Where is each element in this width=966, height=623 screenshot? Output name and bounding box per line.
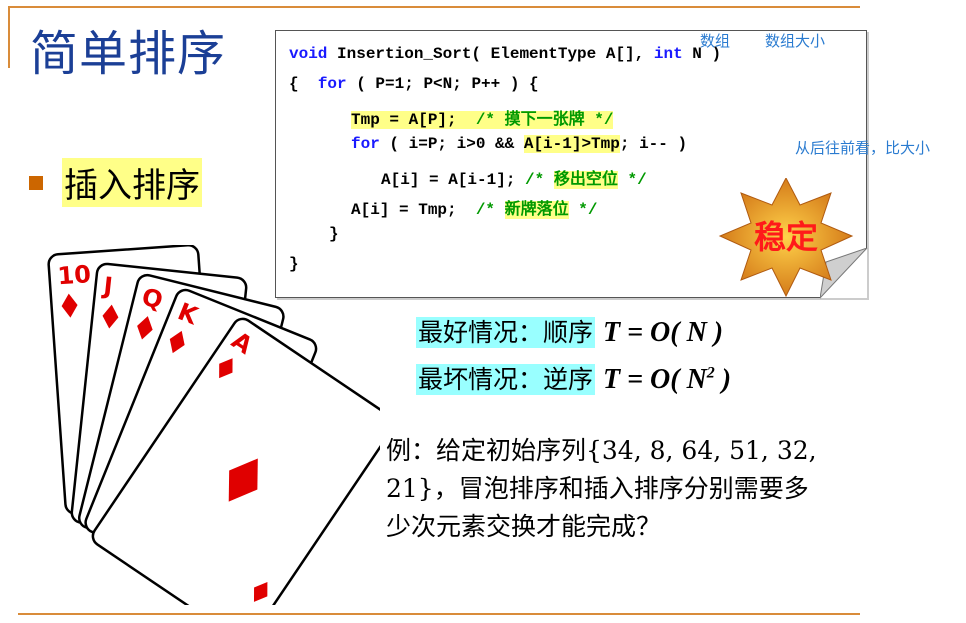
code-comment: /* [475,201,505,219]
bottom-rule [18,613,860,615]
code-text: A[i] = Tmp; [351,201,476,219]
worst-case: 最坏情况：逆序 T = O( N2 ) [416,360,731,396]
bullet-square-icon [29,176,43,190]
bullet-text: 插入排序 [62,158,202,207]
code-keyword: for [351,135,380,153]
code-line-2: { for ( P=1; P<N; P++ ) { [289,75,539,93]
slide: 简单排序 插入排序 void Insertion_Sort( ElementTy… [0,0,966,623]
code-comment: 移出空位 [553,171,618,189]
code-comment: /* [525,171,554,189]
worst-case-exponent: 2 [706,364,715,382]
top-rule [8,6,860,8]
code-text: ( P=1; P<N; P++ ) { [346,75,539,93]
slide-title: 简单排序 [30,26,227,82]
code-line-1: void Insertion_Sort( ElementType A[], in… [289,45,721,63]
badge-text: 稳定 [754,218,818,256]
best-case-formula: T = O( N ) [602,317,724,348]
code-text: A[i] = A[i-1]; [381,171,526,189]
code-comment: 摸下一张牌 [504,111,585,129]
code-line-3: Tmp = A[P]; /* 摸下一张牌 */ [351,105,614,129]
best-case: 最好情况：顺序 T = O( N ) [416,313,723,349]
code-line-7: } [329,225,339,243]
code-keyword: void [289,45,328,63]
code-comment: 新牌落位 [504,201,569,219]
code-text: { [289,75,318,93]
code-comment: */ [617,171,647,189]
code-line-5: A[i] = A[i-1]; /* 移出空位 */ [381,165,647,189]
code-text: ( i=P; i>0 && [379,135,524,153]
code-line-6: A[i] = Tmp; /* 新牌落位 */ [351,195,597,219]
code-text: ; i-- ) [619,135,688,153]
card-rank: 10 [57,260,92,290]
worst-case-formula-end: ) [714,364,732,395]
stable-badge: 稳定 [718,178,854,298]
annotation-compare: 从后往前看，比大小 [795,139,931,157]
code-comment: */ [584,111,614,129]
code-keyword: for [317,75,347,93]
code-text: Tmp = A[P]; [351,111,476,129]
code-comment: /* [475,111,505,129]
annotation-array-size: 数组大小 [765,32,826,50]
code-text: Insertion_Sort( ElementType A[], [327,45,654,63]
example-question: 例：给定初始序列{34, 8, 64, 51, 32, 21}，冒泡排序和插入排… [386,436,817,541]
left-rule [8,6,10,68]
code-keyword: int [653,45,683,63]
code-comment: */ [568,201,598,219]
worst-case-formula: T = O( N [602,364,707,395]
annotation-array: 数组 [700,32,731,50]
worst-case-label: 最坏情况：逆序 [416,364,596,395]
playing-cards-illustration: 10JQKAA [47,245,380,605]
code-highlight: A[i-1]>Tmp [523,135,620,153]
code-line-4: for ( i=P; i>0 && A[i-1]>Tmp; i-- ) [351,135,687,153]
best-case-label: 最好情况：顺序 [416,317,596,348]
